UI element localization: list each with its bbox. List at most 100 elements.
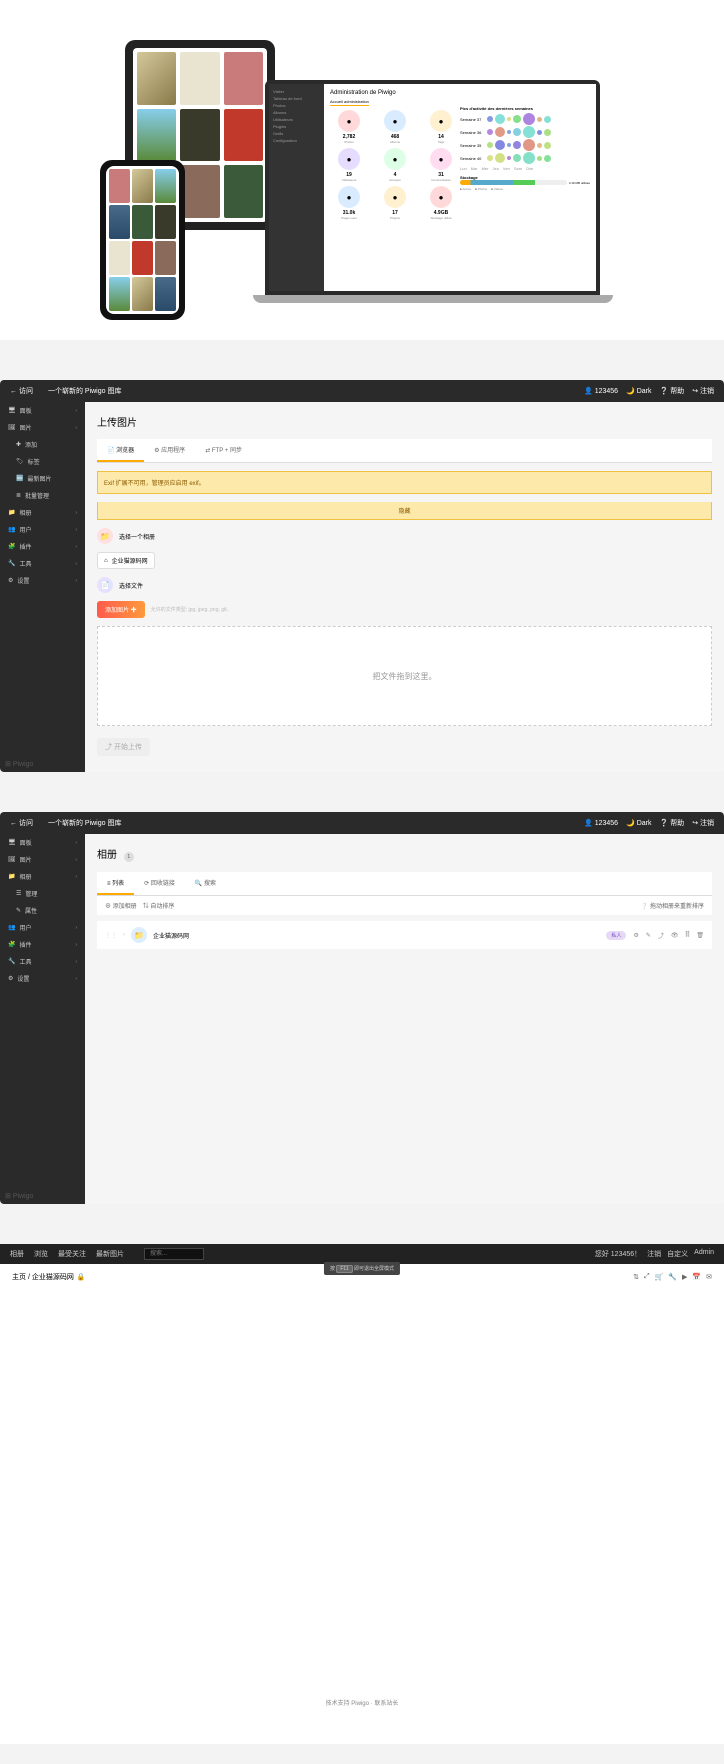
toolbar-icon-5[interactable]: 📅: [692, 1273, 701, 1281]
page-title: 相册 1: [97, 846, 712, 862]
sidebar-item-4[interactable]: 🧩插件›: [0, 538, 85, 555]
album-tab-0[interactable]: ≡ 列表: [97, 872, 134, 895]
chevron-icon: ›: [75, 527, 77, 533]
sidebar-sub-1[interactable]: 🏷标签: [0, 453, 85, 470]
laptop-mockup: VisiterTableau de bordPhotosAlbumsUtilis…: [265, 80, 600, 310]
help-link[interactable]: ❔ 帮助: [660, 386, 685, 396]
nav-icon: 🖥: [8, 407, 16, 414]
album-action-0[interactable]: ⚙: [633, 932, 638, 939]
chevron-icon: ›: [75, 976, 77, 982]
toolbar-icon-0[interactable]: ⇅: [633, 1273, 639, 1281]
album-action-1[interactable]: ✎: [646, 932, 651, 939]
chevron-icon: ›: [75, 425, 77, 431]
auto-sort-button[interactable]: ⇅ 自动排序: [143, 901, 175, 910]
chevron-right-icon[interactable]: ›: [123, 932, 125, 938]
exif-warning: Exif 扩展不可用，管理员应启用 exif。: [97, 471, 712, 494]
upload-tab-1[interactable]: ⚙ 应用程序: [144, 439, 195, 462]
album-count-badge: 1: [124, 852, 134, 862]
sidebar-sub-0[interactable]: ✚添加: [0, 436, 85, 453]
admin-sidebar: 🖥面板›🖼图片›📁相册›☰管理✎属性👥用户›🧩插件›🔧工具›⚙设置› ⊞ Piw…: [0, 834, 85, 1204]
chevron-icon: ›: [75, 544, 77, 550]
nav-link-0[interactable]: 相册: [10, 1251, 24, 1258]
hero-devices: VisiterTableau de bordPhotosAlbumsUtilis…: [0, 0, 724, 340]
select-file-label: 选择文件: [119, 581, 143, 590]
nav-link-2[interactable]: 最受关注: [58, 1251, 86, 1258]
sidebar-item-0[interactable]: 🖥面板›: [0, 402, 85, 419]
sidebar-item-4[interactable]: 🧩插件›: [0, 936, 85, 953]
app-title: 一个崭新的 Piwigo 图库: [48, 818, 122, 828]
chevron-icon: ›: [75, 959, 77, 965]
nav-icon: ⚙: [8, 577, 13, 584]
sidebar-item-3[interactable]: 👥用户›: [0, 521, 85, 538]
add-album-button[interactable]: ⊕ 添加相册: [105, 901, 137, 910]
hide-warning-btn[interactable]: 隐藏: [97, 502, 712, 520]
album-action-3[interactable]: 👁: [671, 932, 679, 939]
logout-link[interactable]: ↪ 注销: [692, 818, 714, 828]
admin-albums-panel: ← 访问 一个崭新的 Piwigo 图库 👤 123456 🌙 Dark ❔ 帮…: [0, 812, 724, 1204]
nav-icon: 🧩: [8, 941, 15, 948]
nav-icon: 🖼: [8, 856, 16, 863]
dark-toggle[interactable]: 🌙 Dark: [626, 387, 651, 395]
customize-link[interactable]: 自定义: [667, 1249, 688, 1259]
album-tab-2[interactable]: 🔍 搜索: [185, 872, 226, 895]
dropzone[interactable]: 把文件拖到这里。: [97, 626, 712, 726]
logout-link[interactable]: 注销: [647, 1249, 661, 1259]
sidebar-sub-3[interactable]: ≣批量管理: [0, 487, 85, 504]
admin-link[interactable]: Admin: [694, 1249, 714, 1259]
sidebar-item-2[interactable]: 📁相册›: [0, 868, 85, 885]
toolbar-icon-4[interactable]: ▶: [682, 1273, 687, 1281]
chevron-icon: ›: [75, 510, 77, 516]
sidebar-item-1[interactable]: 🖼图片›: [0, 419, 85, 436]
user-link[interactable]: 👤 123456: [584, 387, 618, 395]
sidebar-item-5[interactable]: 🔧工具›: [0, 555, 85, 572]
add-photo-button[interactable]: 添加图片 ✚: [97, 601, 145, 618]
nav-icon: ⚙: [8, 975, 13, 982]
nav-link-1[interactable]: 浏览: [34, 1251, 48, 1258]
chevron-icon: ›: [75, 857, 77, 863]
breadcrumb-album[interactable]: 企业猫源码网: [32, 1272, 74, 1282]
nav-link-3[interactable]: 最新图片: [96, 1251, 124, 1258]
album-tab-1[interactable]: ⟳ 回收链接: [134, 872, 185, 895]
album-action-4[interactable]: ⫿⫿: [686, 932, 690, 939]
logout-link[interactable]: ↪ 注销: [692, 386, 714, 396]
drag-handle-icon[interactable]: ⋮⋮: [105, 932, 117, 939]
upload-tab-2[interactable]: ⇄ FTP + 同步: [195, 439, 252, 462]
toolbar-icon-1[interactable]: ⤢: [644, 1273, 650, 1281]
help-link[interactable]: ❔ 帮助: [660, 818, 685, 828]
sidebar-item-1[interactable]: 🖼图片›: [0, 851, 85, 868]
sidebar-sub-1[interactable]: ✎属性: [0, 902, 85, 919]
sidebar-sub-0[interactable]: ☰管理: [0, 885, 85, 902]
album-row[interactable]: ⋮⋮ › 📁 企业猫源码网 私人 ⚙✎⤴👁⫿⫿🗑: [97, 921, 712, 949]
breadcrumb-home[interactable]: 主页: [12, 1272, 26, 1282]
sidebar-item-6[interactable]: ⚙设置›: [0, 970, 85, 987]
sidebar-item-5[interactable]: 🔧工具›: [0, 953, 85, 970]
drag-hint: ❔ 拖动相册来重新排序: [641, 901, 704, 910]
sidebar-item-0[interactable]: 🖥面板›: [0, 834, 85, 851]
chevron-icon: ›: [75, 408, 77, 414]
chevron-icon: ›: [75, 942, 77, 948]
fullscreen-tip: 按 F11 即可退出全屏模式: [324, 1262, 400, 1275]
piwigo-logo: ⊞ Piwigo: [5, 760, 33, 768]
toolbar-icon-3[interactable]: 🔧: [668, 1273, 677, 1281]
nav-icon: 🧩: [8, 543, 15, 550]
visit-link[interactable]: ← 访问: [10, 386, 33, 396]
album-action-2[interactable]: ⤴: [658, 931, 664, 940]
contact-link[interactable]: 联系站长: [374, 1701, 398, 1707]
album-action-5[interactable]: 🗑: [696, 932, 704, 939]
toolbar-icon-2[interactable]: 🛒: [655, 1273, 664, 1281]
app-title: 一个崭新的 Piwigo 图库: [48, 386, 122, 396]
nav-icon: 🖥: [8, 839, 16, 846]
upload-tab-0[interactable]: 📄 浏览器: [97, 439, 144, 462]
sidebar-item-6[interactable]: ⚙设置›: [0, 572, 85, 589]
sidebar-sub-2[interactable]: 🆕最新图片: [0, 470, 85, 487]
search-input[interactable]: [144, 1248, 204, 1260]
hello-text: 您好 123456！: [595, 1249, 641, 1259]
phone-mockup: [100, 160, 185, 320]
user-link[interactable]: 👤 123456: [584, 819, 618, 827]
sidebar-item-3[interactable]: 👥用户›: [0, 919, 85, 936]
toolbar-icon-6[interactable]: ✉: [706, 1273, 712, 1281]
album-chip[interactable]: ⌂ 企业猫源码网: [97, 552, 155, 569]
dark-toggle[interactable]: 🌙 Dark: [626, 819, 651, 827]
sidebar-item-2[interactable]: 📁相册›: [0, 504, 85, 521]
visit-link[interactable]: ← 访问: [10, 818, 33, 828]
